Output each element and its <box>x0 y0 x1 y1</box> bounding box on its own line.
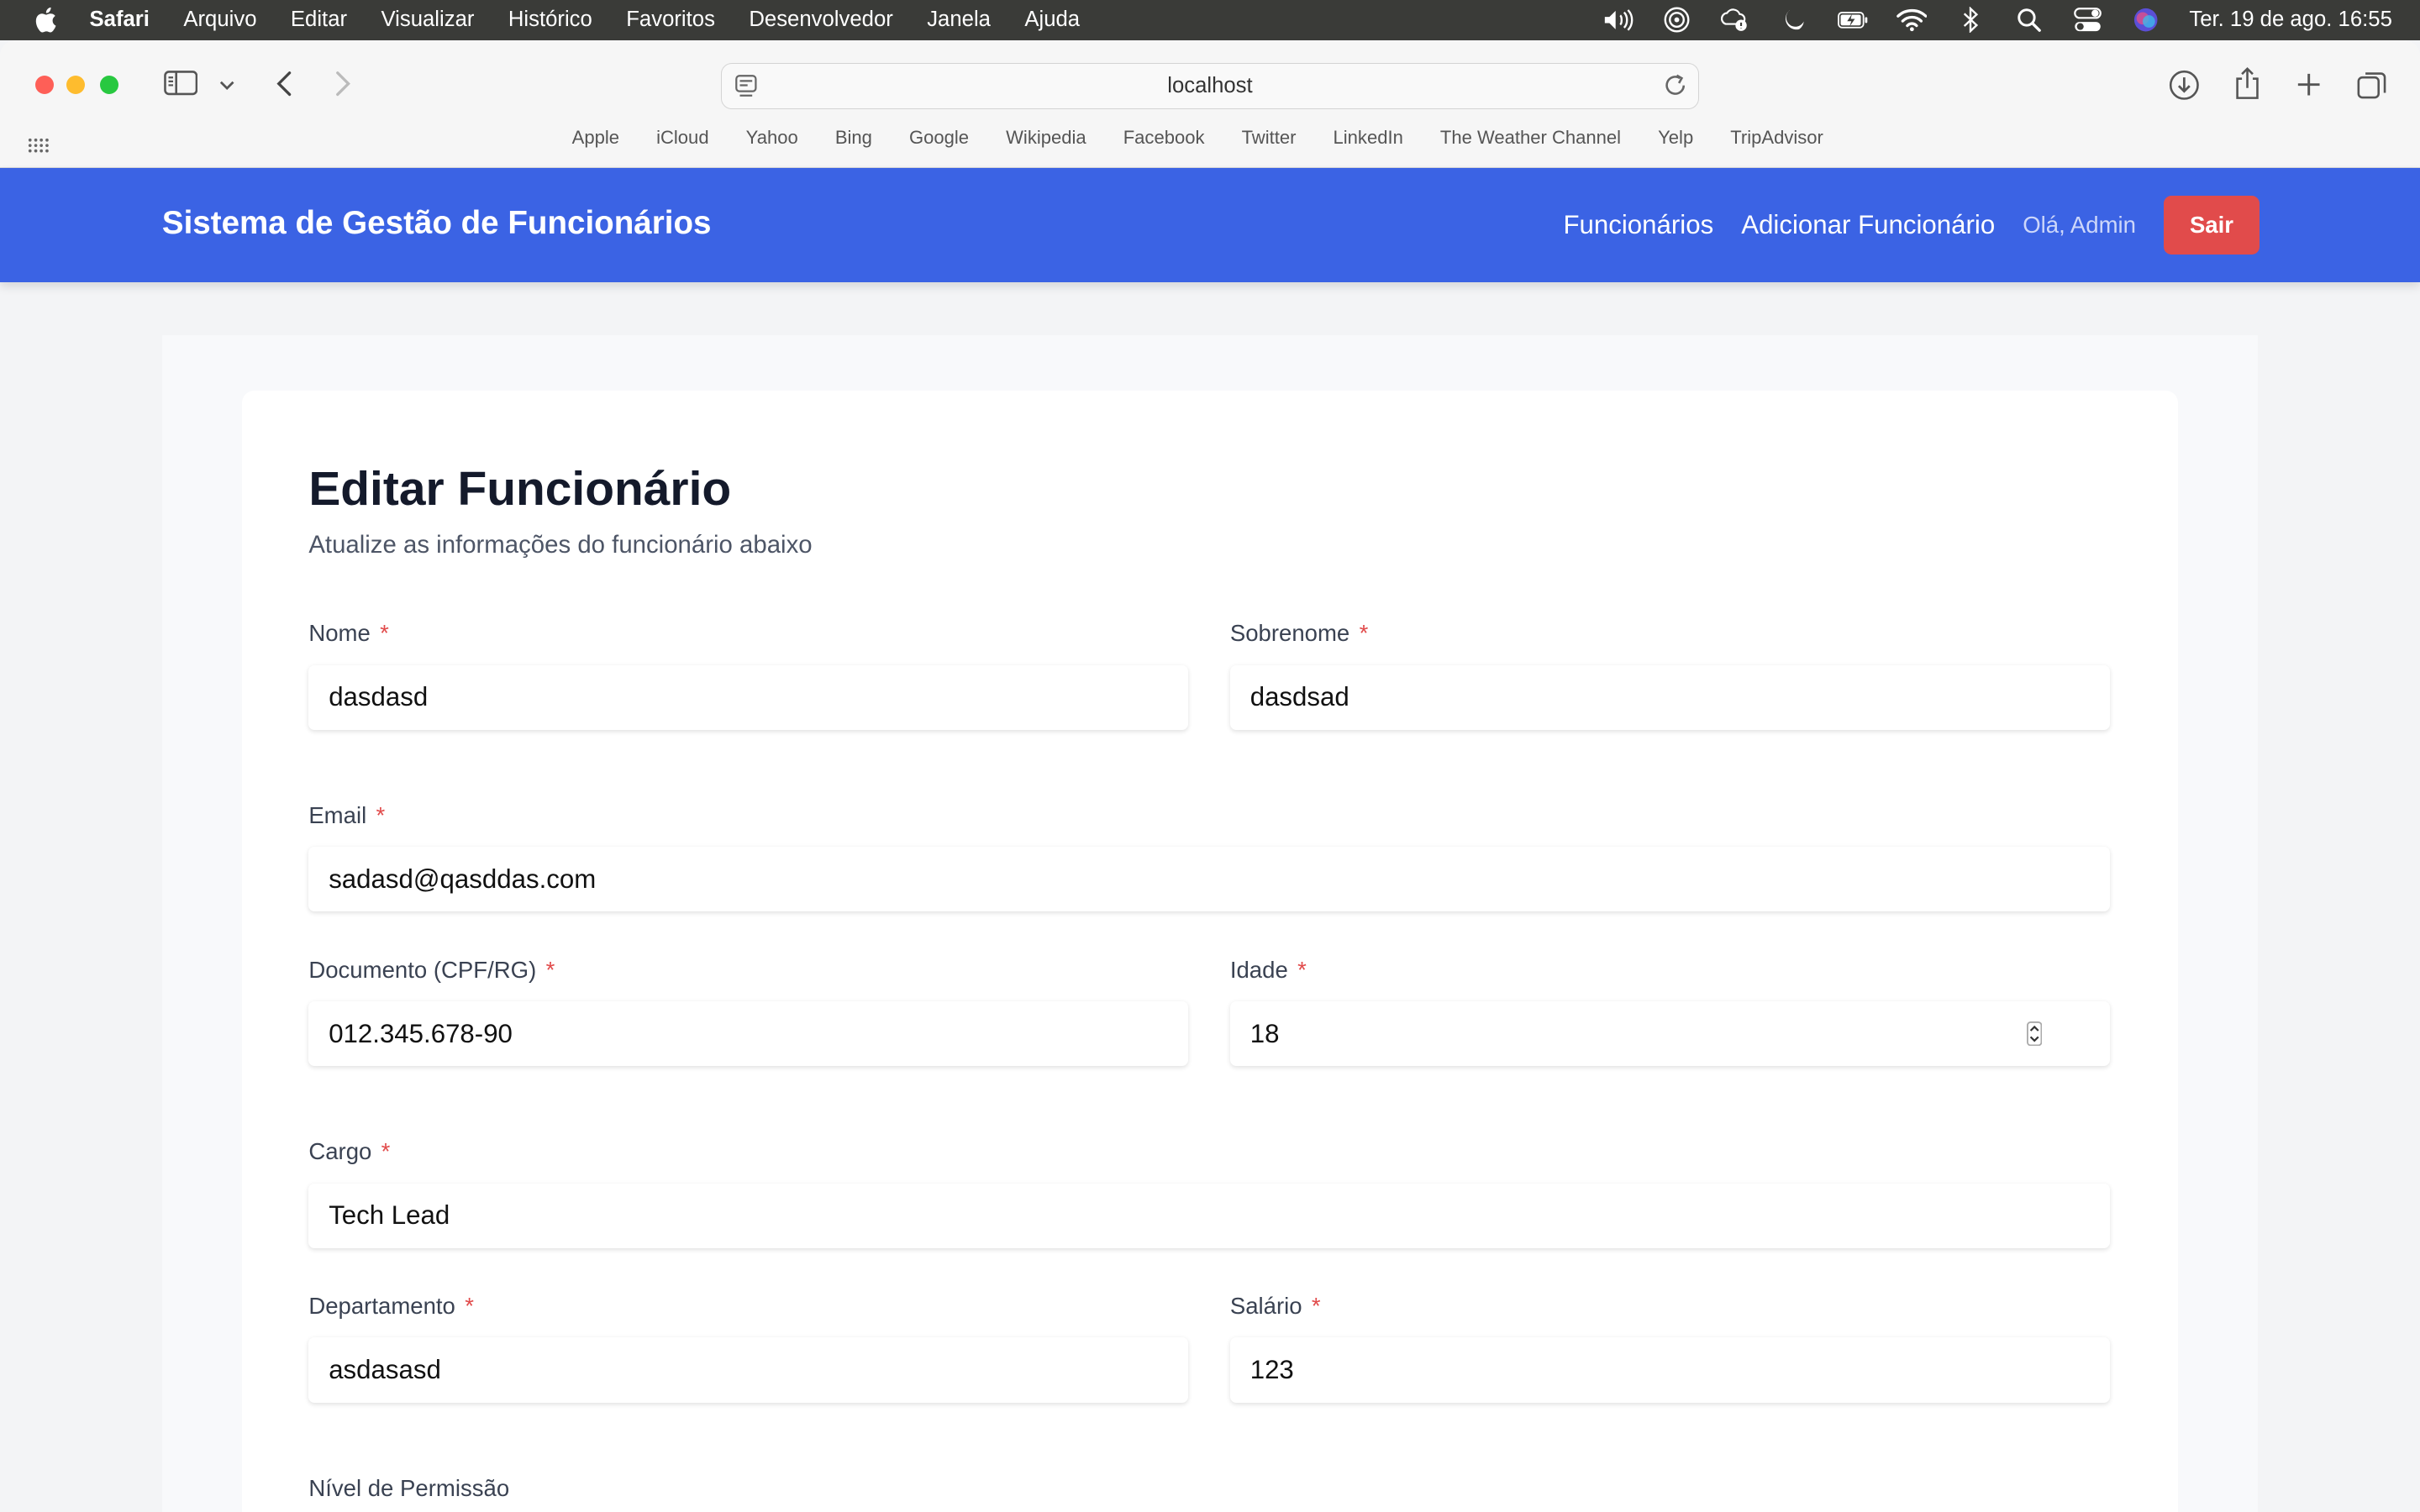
window-close-button[interactable] <box>35 75 55 95</box>
user-greeting: Olá, Admin <box>2023 212 2136 239</box>
label-email-text: Email <box>308 802 367 829</box>
browser-toolbar: localhost Apple iCloud Yahoo Bing Google… <box>0 39 2420 169</box>
app-brand[interactable]: Sistema de Gestão de Funcionários <box>162 205 712 242</box>
reload-icon[interactable] <box>1663 73 1687 103</box>
spotlight-search-icon[interactable] <box>2013 8 2044 33</box>
menu-arquivo[interactable]: Arquivo <box>183 8 256 32</box>
label-documento: Documento (CPF/RG) * <box>308 957 555 984</box>
label-sobrenome: Sobrenome * <box>1230 620 1368 647</box>
label-nivel-permissao: Nível de Permissão <box>308 1474 510 1501</box>
label-nome: Nome * <box>308 620 389 647</box>
wifi-icon[interactable] <box>1896 8 1928 32</box>
new-tab-plus-icon[interactable] <box>2295 71 2323 98</box>
back-arrow-icon[interactable] <box>271 70 296 97</box>
label-departamento-text: Departamento <box>308 1293 455 1320</box>
moon-icon[interactable] <box>1779 8 1810 32</box>
nav-link-funcionarios[interactable]: Funcionários <box>1563 210 1713 240</box>
macos-menubar: Safari Arquivo Editar Visualizar Históri… <box>0 0 2420 40</box>
required-mark: * <box>1297 956 1307 983</box>
favorite-yelp[interactable]: Yelp <box>1658 127 1693 158</box>
forward-arrow-icon[interactable] <box>330 70 355 97</box>
favorites-bar: Apple iCloud Yahoo Bing Google Wikipedia… <box>0 127 2420 158</box>
screen: Safari Arquivo Editar Visualizar Históri… <box>0 0 2420 1512</box>
favorite-icloud[interactable]: iCloud <box>656 127 708 158</box>
favorite-wikipedia[interactable]: Wikipedia <box>1006 127 1086 158</box>
navbar-links: Funcionários Adicionar Funcionário Olá, … <box>1563 194 2260 255</box>
input-nome[interactable]: dasdasd <box>308 664 1189 730</box>
app-navbar: Sistema de Gestão de Funcionários Funcio… <box>0 168 2420 283</box>
favorite-google[interactable]: Google <box>909 127 969 158</box>
window-zoom-button[interactable] <box>100 75 119 95</box>
input-departamento[interactable]: asdasasd <box>308 1337 1189 1403</box>
label-cargo: Cargo * <box>308 1138 390 1165</box>
label-idade-text: Idade <box>1229 956 1288 983</box>
menubar-clock[interactable]: Ter. 19 de ago. 16:55 <box>2189 8 2392 32</box>
label-departamento: Departamento * <box>308 1293 474 1320</box>
downloads-icon[interactable] <box>2169 70 2200 101</box>
input-cargo[interactable]: Tech Lead <box>308 1183 2110 1248</box>
favorite-facebook[interactable]: Facebook <box>1123 127 1205 158</box>
menu-historico[interactable]: Histórico <box>508 8 592 32</box>
required-mark: * <box>376 802 386 829</box>
input-idade-wrapper[interactable]: 18 <box>1229 1001 2110 1067</box>
menu-app-safari[interactable]: Safari <box>90 8 150 32</box>
required-mark: * <box>1311 1293 1321 1320</box>
label-documento-text: Documento (CPF/RG) <box>308 956 537 983</box>
sidebar-toggle-icon[interactable] <box>163 71 197 96</box>
page-container: Editar Funcionário Atualize as informaçõ… <box>161 334 2259 1512</box>
label-nome-text: Nome <box>308 620 371 647</box>
label-idade: Idade * <box>1230 957 1307 984</box>
label-salario-text: Salário <box>1229 1293 1302 1320</box>
address-bar[interactable]: localhost <box>720 63 1700 110</box>
menu-desenvolvedor[interactable]: Desenvolvedor <box>749 8 892 32</box>
battery-icon[interactable] <box>1837 8 1869 32</box>
label-sobrenome-text: Sobrenome <box>1229 620 1350 647</box>
required-mark: * <box>381 1138 391 1165</box>
page-subtitle: Atualize as informações do funcionário a… <box>308 530 813 559</box>
apple-icon[interactable] <box>34 8 58 33</box>
required-mark: * <box>545 956 555 983</box>
favorite-apple[interactable]: Apple <box>572 127 619 158</box>
favorite-tripadvisor[interactable]: TripAdvisor <box>1730 127 1823 158</box>
logout-button[interactable]: Sair <box>2164 196 2260 255</box>
input-idade[interactable]: 18 <box>1250 1019 1280 1049</box>
address-url[interactable]: localhost <box>1167 74 1252 98</box>
airdrop-icon[interactable] <box>1661 7 1692 33</box>
tab-overview-icon[interactable] <box>2357 70 2388 101</box>
input-salario[interactable]: 123 <box>1229 1337 2110 1403</box>
required-mark: * <box>380 620 389 647</box>
chevron-down-icon[interactable] <box>218 77 236 92</box>
siri-icon[interactable] <box>2131 8 2162 32</box>
menu-editar[interactable]: Editar <box>291 8 347 32</box>
menubar-status-area: Ter. 19 de ago. 16:55 <box>1603 0 2392 40</box>
input-sobrenome[interactable]: dasdsad <box>1229 664 2110 730</box>
input-documento[interactable]: 012.345.678-90 <box>308 1001 1189 1067</box>
favorite-bing[interactable]: Bing <box>835 127 872 158</box>
menu-visualizar[interactable]: Visualizar <box>381 8 474 32</box>
input-email[interactable]: sadasd@qasddas.com <box>308 847 2110 912</box>
menu-ajuda[interactable]: Ajuda <box>1024 8 1080 32</box>
page-settings-icon[interactable] <box>735 75 757 105</box>
volume-icon[interactable] <box>1603 8 1634 32</box>
label-cargo-text: Cargo <box>308 1138 372 1165</box>
label-salario: Salário * <box>1230 1293 1321 1320</box>
number-stepper-icon[interactable] <box>2026 1021 2042 1053</box>
edit-employee-card: Editar Funcionário Atualize as informaçõ… <box>242 390 2178 1512</box>
bluetooth-icon[interactable] <box>1954 7 1986 34</box>
control-center-icon[interactable] <box>2072 8 2103 32</box>
favorite-yahoo[interactable]: Yahoo <box>746 127 798 158</box>
share-icon[interactable] <box>2233 66 2261 100</box>
weather-icon[interactable] <box>1720 8 1751 32</box>
window-minimize-button[interactable] <box>66 75 85 95</box>
nav-link-adicionar-funcionario[interactable]: Adicionar Funcionário <box>1741 210 1995 240</box>
required-mark: * <box>1359 620 1369 647</box>
menu-janela[interactable]: Janela <box>927 8 991 32</box>
label-email: Email * <box>308 802 385 829</box>
favorite-twitter[interactable]: Twitter <box>1242 127 1297 158</box>
required-mark: * <box>465 1293 474 1320</box>
favorite-linkedin[interactable]: LinkedIn <box>1334 127 1403 158</box>
favorite-weather-channel[interactable]: The Weather Channel <box>1440 127 1621 158</box>
page-title: Editar Funcionário <box>308 462 732 517</box>
menu-favoritos[interactable]: Favoritos <box>626 8 715 32</box>
